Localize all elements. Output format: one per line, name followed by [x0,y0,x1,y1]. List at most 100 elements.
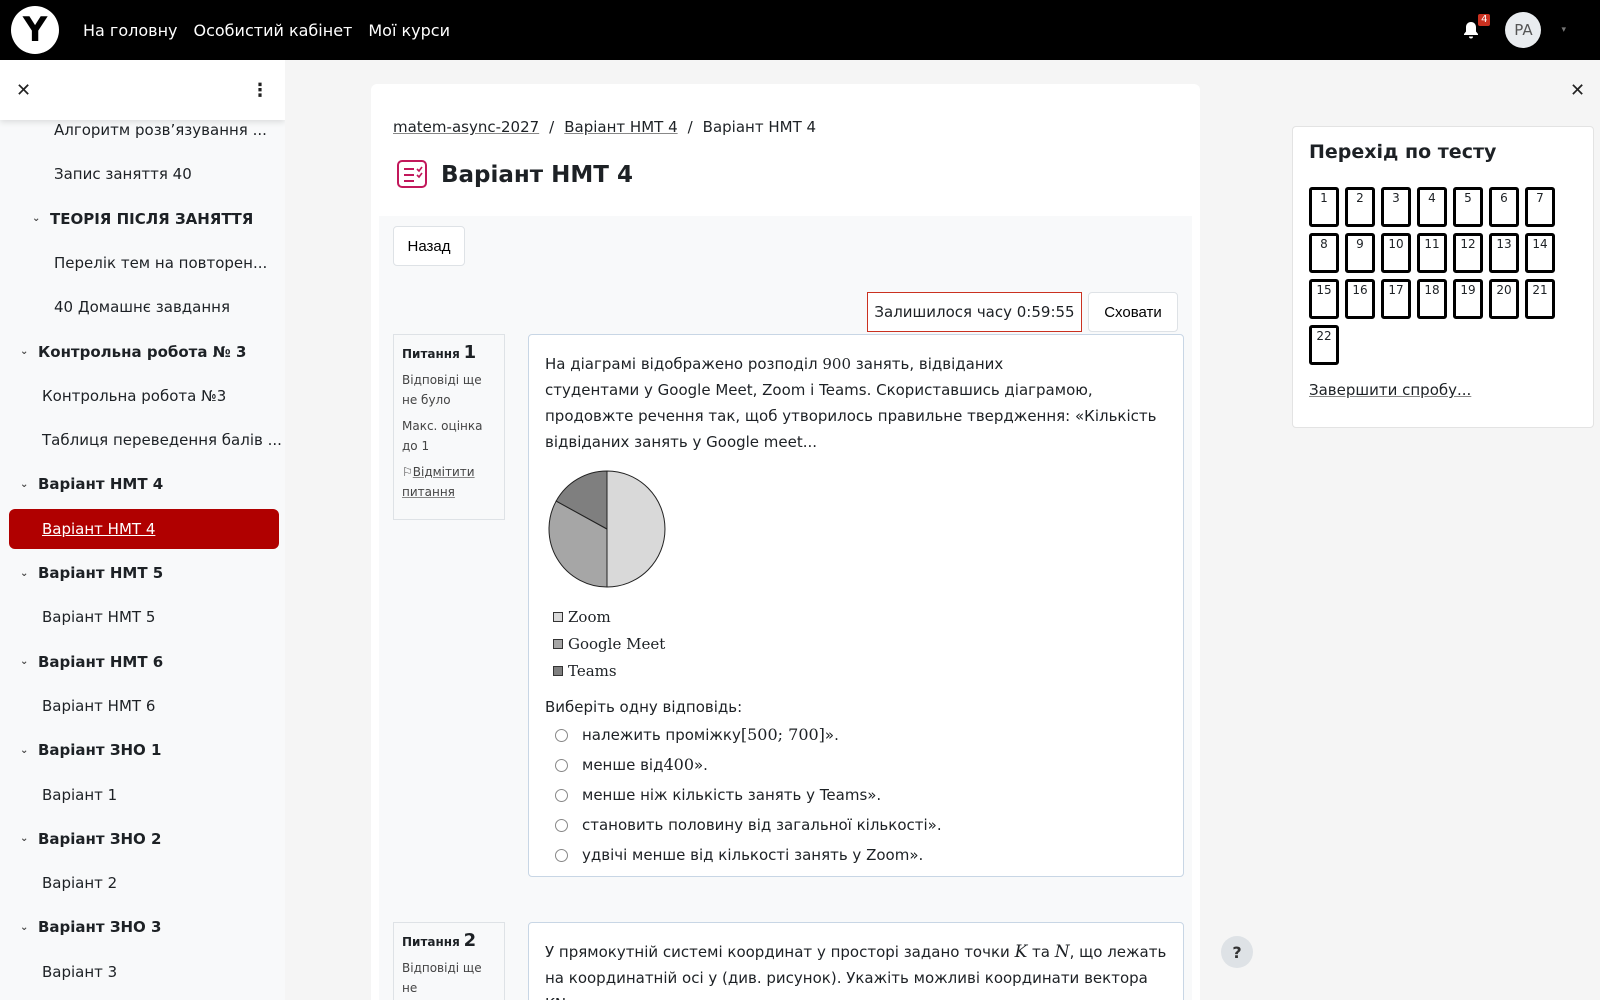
course-section-16[interactable]: ⌄ Варіант ЗНО 2 [0,819,285,859]
back-button[interactable]: Назад [393,226,465,266]
finish-attempt-link[interactable]: Завершити спробу... [1309,381,1471,399]
question-status: Відповіді ще не було [402,373,482,407]
nav-link-home[interactable]: На головну [83,21,178,40]
course-index-label: Алгоритм розв’язування ... [54,121,267,139]
course-activity-15[interactable]: Варіант 1 [0,775,285,815]
course-activity-1[interactable]: Запис заняття 40 [0,154,285,194]
user-avatar[interactable]: PA [1505,12,1542,48]
course-index-label: Запис заняття 40 [54,165,192,184]
quiz-nav-question-14[interactable]: 14 [1525,233,1555,273]
course-section-5[interactable]: ⌄ Контрольна робота № 3 [0,332,285,372]
notification-bell-icon[interactable]: 4 [1461,14,1491,40]
course-index-label: ТЕОРІЯ ПІСЛЯ ЗАНЯТТЯ [50,209,254,228]
nav-link-my-courses[interactable]: Мої курси [368,21,450,40]
close-icon[interactable]: ✕ [16,80,31,101]
help-button[interactable]: ? [1221,936,1253,968]
answer-option-4[interactable]: становить половину від загальної кількос… [545,810,1167,840]
top-navbar: Y На головну Особистий кабінет Мої курси… [0,0,1600,60]
chevron-down-icon[interactable]: ⌄ [20,346,30,357]
quiz-nav-question-15[interactable]: 15 [1309,279,1339,319]
course-section-10[interactable]: ⌄ Варіант НМТ 5 [0,553,285,593]
chevron-down-icon[interactable]: ⌄ [20,656,30,667]
course-section-12[interactable]: ⌄ Варіант НМТ 6 [0,642,285,682]
quiz-nav-question-4[interactable]: 4 [1417,187,1447,227]
quiz-nav-question-2[interactable]: 2 [1345,187,1375,227]
course-index-label: Варіант ЗНО 1 [38,741,162,760]
course-activity-6[interactable]: Контрольна робота №3 [0,376,285,416]
course-index-label: Варіант НМТ 5 [42,608,156,627]
site-logo[interactable]: Y [11,6,59,54]
quiz-nav-question-19[interactable]: 19 [1453,279,1483,319]
quiz-nav-question-11[interactable]: 11 [1417,233,1447,273]
quiz-nav-question-8[interactable]: 8 [1309,233,1339,273]
chevron-down-icon[interactable]: ⌄ [20,922,30,933]
quiz-nav-question-21[interactable]: 21 [1525,279,1555,319]
breadcrumb-course[interactable]: matem-async-2027 [393,118,539,136]
answer-radio[interactable] [555,788,568,802]
legend-label: Google Meet [568,634,666,653]
flag-icon: ⚐ [402,465,413,479]
flag-question-link[interactable]: ⚐Відмітити питання [402,462,496,502]
more-vertical-icon[interactable]: ⋮ [251,80,269,101]
quiz-nav-question-7[interactable]: 7 [1525,187,1555,227]
chevron-down-icon[interactable]: ⌄ [32,213,42,224]
course-activity-3[interactable]: Перелік тем на повторен... [0,243,285,283]
course-section-8[interactable]: ⌄ Варіант НМТ 4 [0,464,285,504]
course-activity-9[interactable]: Варіант НМТ 4 [9,508,279,549]
answer-radio[interactable] [555,758,568,772]
course-index-label: Перелік тем на повторен... [54,253,268,272]
course-section-2[interactable]: ⌄ ТЕОРІЯ ПІСЛЯ ЗАНЯТТЯ [0,199,285,239]
course-activity-13[interactable]: Варіант НМТ 6 [0,686,285,726]
breadcrumb-section[interactable]: Варіант НМТ 4 [564,118,677,136]
course-index-label: 40 Домашнє завдання [54,298,231,317]
course-activity-4[interactable]: 40 Домашнє завдання [0,287,285,327]
pie-chart-container [545,467,1167,599]
flag-question-label: Відмітити питання [402,465,475,499]
quiz-nav-question-16[interactable]: 16 [1345,279,1375,319]
quiz-navigation-title: Перехід по тесту [1309,141,1497,163]
answer-option-1[interactable]: належить проміжку [500; 700]». [545,720,1167,750]
nav-link-dashboard[interactable]: Особистий кабінет [194,21,353,40]
answer-radio[interactable] [555,728,568,742]
course-index-drawer: ✕ ⋮ Алгоритм розв’язування ... Запис заня… [0,60,285,1000]
course-activity-11[interactable]: Варіант НМТ 5 [0,597,285,637]
chevron-down-icon[interactable]: ▾ [1561,25,1566,35]
breadcrumb-current: Варіант НМТ 4 [702,118,817,136]
course-index-label: Варіант НМТ 6 [42,696,156,715]
answer-option-2[interactable]: менше від 400». [545,750,1167,780]
answer-radio[interactable] [555,818,568,832]
question-text-part: та [1027,943,1055,961]
chevron-down-icon[interactable]: ⌄ [20,568,30,579]
quiz-nav-question-17[interactable]: 17 [1381,279,1411,319]
chevron-down-icon[interactable]: ⌄ [20,833,30,844]
chevron-down-icon[interactable]: ⌄ [20,745,30,756]
quiz-nav-question-12[interactable]: 12 [1453,233,1483,273]
chevron-down-icon[interactable]: ⌄ [20,479,30,490]
course-index-label: Варіант НМТ 5 [38,564,164,582]
quiz-nav-question-6[interactable]: 6 [1489,187,1519,227]
answer-option-5[interactable]: удвічі менше від кількості занять у Zoom… [545,840,1167,870]
quiz-nav-question-1[interactable]: 1 [1309,187,1339,227]
course-index-label: Варіант 2 [42,874,118,893]
question-text-part: У прямокутній системі координат у просто… [545,943,1015,961]
quiz-nav-question-10[interactable]: 10 [1381,233,1411,273]
quiz-nav-question-3[interactable]: 3 [1381,187,1411,227]
course-activity-17[interactable]: Варіант 2 [0,863,285,903]
course-activity-7[interactable]: Таблиця переведення балів ... [0,420,285,460]
question-number: 1 [463,342,477,363]
quiz-nav-question-5[interactable]: 5 [1453,187,1483,227]
course-section-18[interactable]: ⌄ Варіант ЗНО 3 [0,907,285,947]
course-activity-19[interactable]: Варіант 3 [0,952,285,992]
quiz-nav-question-18[interactable]: 18 [1417,279,1447,319]
answer-radio[interactable] [555,848,568,862]
hide-timer-button[interactable]: Сховати [1088,292,1178,332]
legend-label: Teams [568,661,617,680]
quiz-nav-question-22[interactable]: 22 [1309,325,1339,365]
quiz-nav-question-9[interactable]: 9 [1345,233,1375,273]
drawer-header: ✕ ⋮ [0,60,285,120]
close-icon[interactable]: ✕ [1570,80,1585,101]
quiz-nav-question-20[interactable]: 20 [1489,279,1519,319]
answer-option-3[interactable]: менше ніж кількість занять у Teams». [545,780,1167,810]
course-section-14[interactable]: ⌄ Варіант ЗНО 1 [0,730,285,770]
quiz-nav-question-13[interactable]: 13 [1489,233,1519,273]
